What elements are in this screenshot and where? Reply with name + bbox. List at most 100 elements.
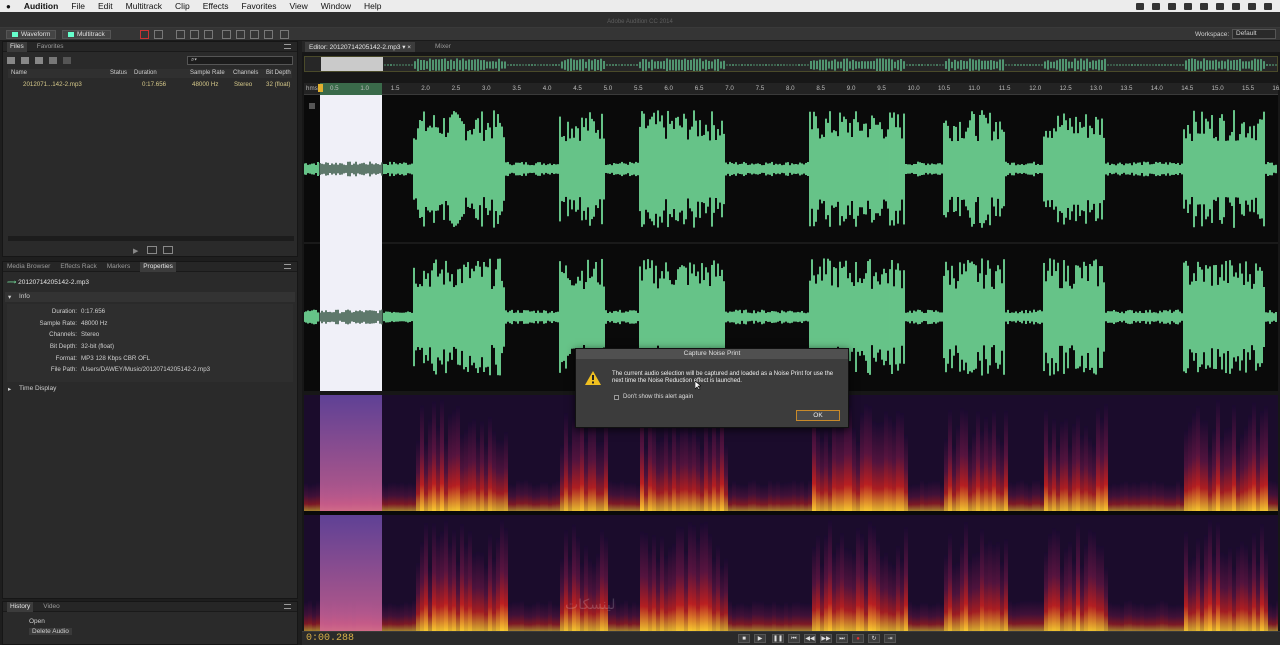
spectral-display-icon[interactable] <box>140 30 149 39</box>
skip-selection-button[interactable]: ⇥ <box>884 634 896 643</box>
info-label: Sample Rate: <box>39 320 78 327</box>
loop-playback-button[interactable]: ↻ <box>868 634 880 643</box>
marquee-tool-icon[interactable] <box>236 30 245 39</box>
col-channels[interactable]: Channels <box>233 70 258 76</box>
spectral-column <box>1200 420 1204 511</box>
search-icon[interactable] <box>1248 2 1256 10</box>
spectral-column <box>428 419 432 511</box>
lasso-tool-icon[interactable] <box>250 30 259 39</box>
col-name[interactable]: Name <box>11 70 27 76</box>
menu-help[interactable]: Help <box>364 1 381 11</box>
spectral-column <box>904 434 908 511</box>
spot-healing-tool-icon[interactable] <box>280 30 289 39</box>
menu-file[interactable]: File <box>71 1 85 11</box>
spectral-column <box>1156 482 1160 511</box>
waveform-view-button[interactable]: Waveform <box>6 30 57 39</box>
spectral-column <box>612 481 616 511</box>
screen-icon[interactable] <box>1152 2 1160 10</box>
tab-markers[interactable]: Markers <box>107 263 130 270</box>
spectral-column <box>968 445 972 511</box>
info-section-header[interactable]: ▾ Info <box>5 292 295 302</box>
tab-favorites[interactable]: Favorites <box>37 43 64 50</box>
menu-clip[interactable]: Clip <box>175 1 190 11</box>
time-selection-tool-icon[interactable] <box>222 30 231 39</box>
col-duration[interactable]: Duration <box>134 70 157 76</box>
panel-menu-icon[interactable] <box>284 44 291 49</box>
menu-multitrack[interactable]: Multitrack <box>126 1 162 11</box>
pause-button[interactable]: ❚❚ <box>772 634 784 643</box>
rewind-button[interactable]: ◀◀ <box>804 634 816 643</box>
menu-edit[interactable]: Edit <box>98 1 113 11</box>
tab-mixer[interactable]: Mixer <box>435 43 451 50</box>
autoplay-icon[interactable] <box>163 246 173 254</box>
history-item[interactable]: Delete Audio <box>29 628 72 635</box>
razor-tool-icon[interactable] <box>190 30 199 39</box>
drive-icon[interactable] <box>1184 2 1192 10</box>
panel-menu-icon[interactable] <box>284 264 291 269</box>
time-display-section-header[interactable]: ▸ Time Display <box>5 384 295 394</box>
delete-file-icon[interactable] <box>63 57 71 64</box>
spectral-column <box>1124 480 1128 511</box>
close-file-icon[interactable] <box>49 57 57 64</box>
checkbox-box[interactable] <box>614 394 619 400</box>
workspace-select[interactable]: Default <box>1232 29 1276 39</box>
new-file-icon[interactable] <box>35 57 43 64</box>
pitch-display-icon[interactable] <box>154 30 163 39</box>
tab-effects-rack[interactable]: Effects Rack <box>60 263 96 270</box>
menu-window[interactable]: Window <box>321 1 351 11</box>
playhead-marker[interactable] <box>318 84 323 92</box>
sync-icon[interactable] <box>1168 2 1176 10</box>
battery-icon[interactable] <box>1232 2 1240 10</box>
move-tool-icon[interactable] <box>176 30 185 39</box>
overview-navigator[interactable] <box>304 56 1278 72</box>
waveform-display[interactable] <box>303 95 1278 391</box>
table-row[interactable]: 2012071...142-2.mp3 0:17.656 48000 Hz St… <box>8 80 292 90</box>
search-input[interactable]: ⌕▾ <box>187 56 293 65</box>
loop-preview-icon[interactable] <box>147 246 157 254</box>
tab-media-browser[interactable]: Media Browser <box>7 263 50 270</box>
tab-files[interactable]: Files <box>7 41 27 52</box>
play-preview-icon[interactable]: ▶ <box>133 247 141 255</box>
panel-menu-icon[interactable] <box>284 604 291 609</box>
record-button[interactable]: ● <box>852 634 864 643</box>
play-button[interactable]: ▶ <box>754 634 766 643</box>
multitrack-view-button[interactable]: Multitrack <box>62 30 111 39</box>
app-menu[interactable]: Audition <box>24 1 58 11</box>
menu-favorites[interactable]: Favorites <box>242 1 277 11</box>
spectral-column <box>940 603 944 631</box>
import-file-icon[interactable] <box>21 57 29 64</box>
time-ruler[interactable]: hms 0.5 1.0 1.5 2.0 2.5 3.0 3.5 4.0 4.5 5.0 5.5 6.0… <box>304 83 1280 95</box>
horizontal-scrollbar[interactable] <box>8 236 294 241</box>
tab-video[interactable]: Video <box>43 603 60 610</box>
history-item[interactable]: Open <box>29 618 45 625</box>
apple-icon[interactable]: ● <box>6 2 11 11</box>
volume-icon[interactable] <box>1216 2 1224 10</box>
wifi-icon[interactable] <box>1200 2 1208 10</box>
stop-button[interactable]: ■ <box>738 634 750 643</box>
col-status[interactable]: Status <box>110 70 127 76</box>
dropbox-icon[interactable] <box>1136 2 1144 10</box>
slip-tool-icon[interactable] <box>204 30 213 39</box>
spectral-column <box>1116 603 1120 631</box>
go-to-start-button[interactable]: ⏮ <box>788 634 800 643</box>
spectral-column <box>560 445 564 511</box>
tab-editor[interactable]: Editor: 20120714205142-2.mp3 ▾ × <box>305 42 416 52</box>
brush-tool-icon[interactable] <box>264 30 273 39</box>
spectral-column <box>1220 552 1224 631</box>
cell-name: 2012071...142-2.mp3 <box>23 81 82 88</box>
menu-view[interactable]: View <box>290 1 308 11</box>
fast-forward-button[interactable]: ▶▶ <box>820 634 832 643</box>
spectral-display[interactable] <box>304 395 1280 631</box>
tab-history[interactable]: History <box>7 601 34 612</box>
ok-button[interactable]: OK <box>796 410 840 421</box>
list-icon[interactable] <box>1264 2 1272 10</box>
go-to-end-button[interactable]: ⏭ <box>836 634 848 643</box>
open-file-icon[interactable] <box>7 57 15 64</box>
dont-show-checkbox[interactable]: Don't show this alert again <box>614 394 693 400</box>
col-sample-rate[interactable]: Sample Rate <box>190 70 225 76</box>
channel-toggle-icon[interactable] <box>309 103 315 109</box>
tab-properties[interactable]: Properties <box>140 261 176 272</box>
col-bit-depth[interactable]: Bit Depth <box>266 70 291 76</box>
spectral-column <box>1048 440 1052 511</box>
menu-effects[interactable]: Effects <box>203 1 229 11</box>
